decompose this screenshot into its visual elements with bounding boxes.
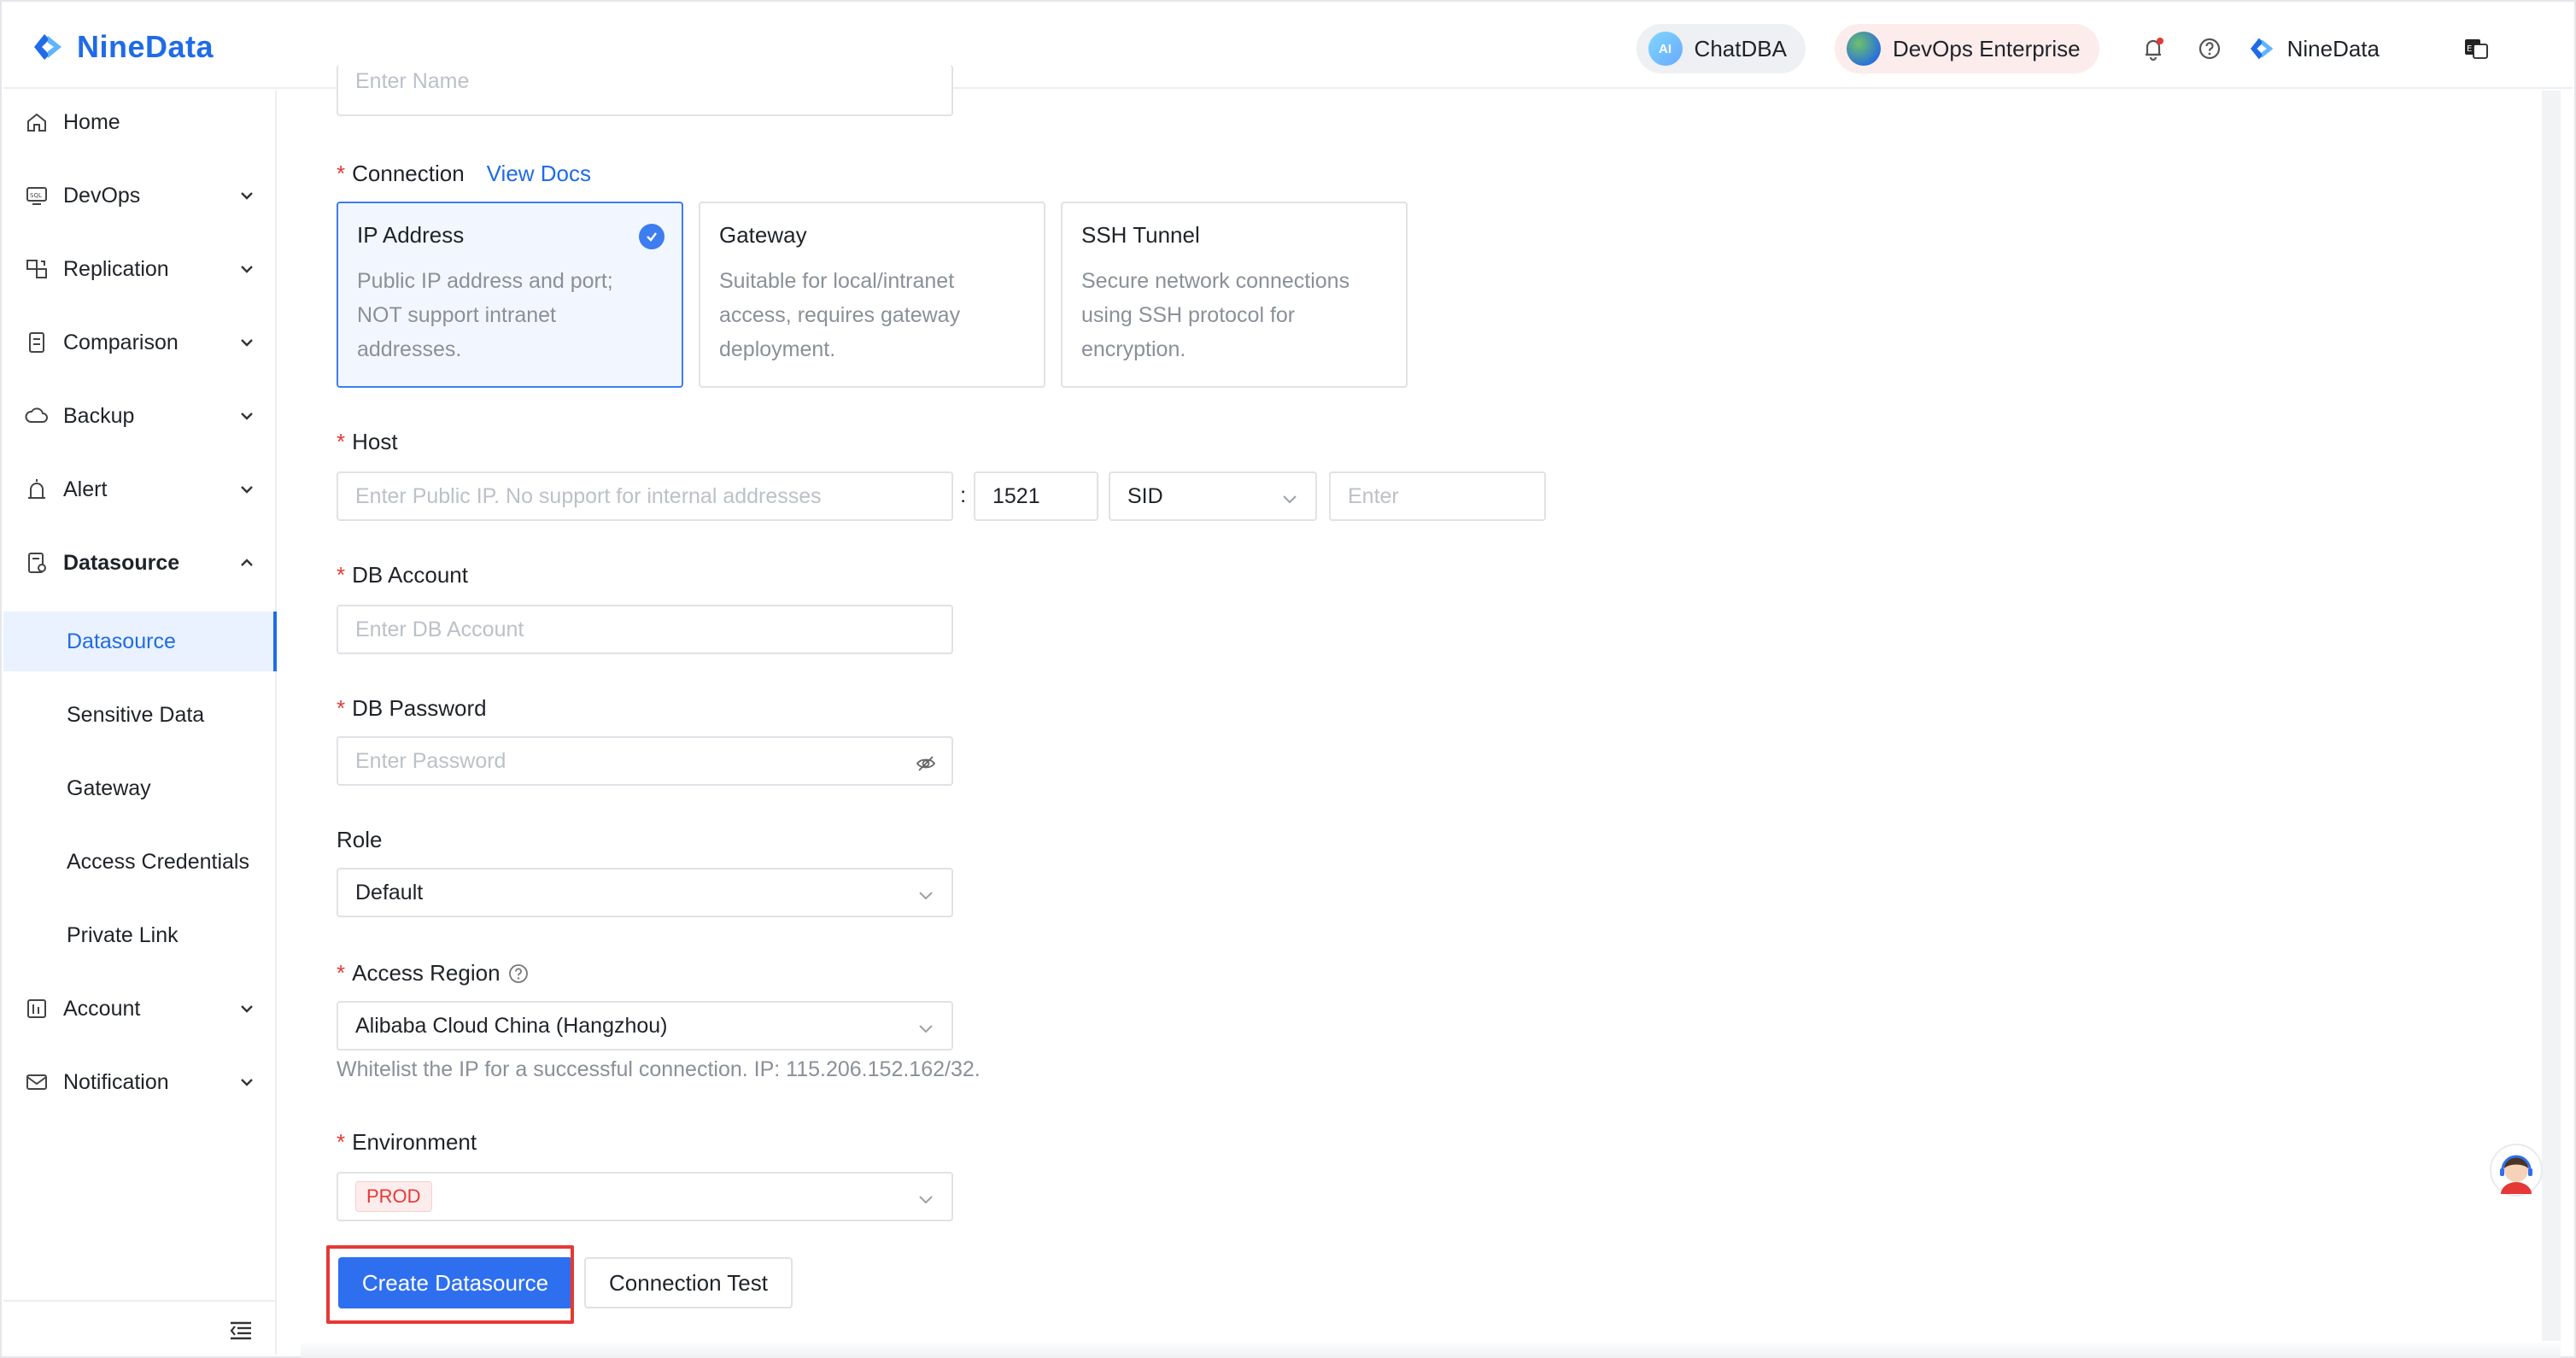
chevron-up-icon xyxy=(241,559,253,566)
sidebar-item-comparison[interactable]: Comparison xyxy=(3,318,277,367)
help-icon[interactable] xyxy=(2195,34,2224,63)
connection-option-gateway[interactable]: Gateway Suitable for local/intranet acce… xyxy=(699,202,1045,388)
chevron-down-icon xyxy=(241,1005,253,1013)
checkmark-icon xyxy=(639,224,664,249)
connection-option-ip-address[interactable]: IP Address Public IP address and port; N… xyxy=(337,202,683,388)
user-name[interactable]: NineData xyxy=(2287,36,2380,62)
whitelist-hint: Whitelist the IP for a successful connec… xyxy=(337,1057,981,1081)
db-password-label: * DB Password xyxy=(337,695,487,721)
devops-enterprise-button[interactable]: DevOps Enterprise xyxy=(1834,24,2099,73)
ai-icon: AI xyxy=(1648,32,1683,66)
brand-logo[interactable]: NineData xyxy=(29,24,214,70)
sidebar-item-backup[interactable]: Backup xyxy=(3,391,277,441)
customer-support-avatar-icon[interactable] xyxy=(2485,1141,2547,1209)
connection-option-ssh-tunnel[interactable]: SSH Tunnel Secure network connections us… xyxy=(1061,202,1408,388)
datasource-icon xyxy=(28,553,46,573)
sidebar-subitem-access-credentials[interactable]: Access Credentials xyxy=(3,832,277,892)
db-account-input[interactable]: Enter DB Account xyxy=(337,605,953,654)
language-switch-icon[interactable]: En xyxy=(2462,34,2491,63)
port-input[interactable]: 1521 xyxy=(974,471,1098,521)
ninedata-logo-icon xyxy=(34,34,61,60)
sidebar-item-notification[interactable]: Notification xyxy=(3,1057,277,1107)
db-password-input[interactable]: Enter Password xyxy=(337,736,953,786)
chevron-down-icon xyxy=(919,1196,933,1204)
sid-input[interactable]: Enter xyxy=(1329,471,1546,521)
chevron-down-icon xyxy=(919,1025,933,1033)
role-label: Role xyxy=(337,827,383,852)
comparison-icon xyxy=(29,332,44,353)
user-avatar-icon[interactable] xyxy=(2246,32,2279,65)
access-region-select[interactable]: Alibaba Cloud China (Hangzhou) xyxy=(337,1001,953,1051)
sidebar-subitem-private-link[interactable]: Private Link xyxy=(3,905,277,965)
db-account-label: * DB Account xyxy=(337,562,468,588)
svg-text:SQL: SQL xyxy=(30,192,42,199)
chevron-down-icon xyxy=(241,339,253,347)
sidebar-item-home[interactable]: Home xyxy=(3,97,277,147)
view-docs-link[interactable]: View Docs xyxy=(487,161,591,187)
mail-icon xyxy=(26,1074,47,1090)
host-input[interactable]: Enter Public IP. No support for internal… xyxy=(337,471,953,521)
chevron-down-icon xyxy=(919,892,933,900)
chevron-down-icon xyxy=(241,1079,253,1086)
sidebar-subitem-gateway[interactable]: Gateway xyxy=(3,758,277,818)
chatdba-label: ChatDBA xyxy=(1694,35,1787,61)
header-toolbar: AI ChatDBA DevOps Enterprise NineData En xyxy=(1636,24,2504,73)
access-region-label: * Access Region xyxy=(337,960,530,986)
bell-icon[interactable] xyxy=(2139,34,2168,63)
sidebar-item-devops[interactable]: SQL DevOps xyxy=(3,171,277,220)
sidebar-item-replication[interactable]: Replication xyxy=(3,244,277,294)
eye-hidden-icon[interactable] xyxy=(916,753,936,774)
connection-test-button[interactable]: Connection Test xyxy=(584,1257,793,1308)
chatdba-button[interactable]: AI ChatDBA xyxy=(1636,24,1806,73)
sid-select[interactable]: SID xyxy=(1109,471,1317,521)
environment-label: * Environment xyxy=(337,1129,477,1155)
sidebar-nav: Home SQL DevOps Replication Comparison B… xyxy=(3,91,277,1355)
datasource-name-input[interactable]: Enter Name xyxy=(337,65,953,116)
chevron-down-icon xyxy=(241,192,253,200)
environment-select[interactable]: PROD xyxy=(337,1172,953,1221)
sidebar-item-datasource[interactable]: Datasource xyxy=(3,538,277,588)
devops-enterprise-label: DevOps Enterprise xyxy=(1892,35,2081,61)
cloud-backup-icon xyxy=(25,407,48,423)
chevron-down-icon xyxy=(241,266,253,273)
sidebar-divider xyxy=(3,1300,277,1302)
help-circle-icon[interactable] xyxy=(507,963,530,985)
chevron-down-icon xyxy=(1283,495,1297,504)
chevron-down-icon xyxy=(241,413,253,420)
alarm-icon xyxy=(28,479,45,499)
home-icon xyxy=(27,113,46,132)
collapse-sidebar-icon[interactable] xyxy=(227,1317,255,1344)
create-datasource-button[interactable]: Create Datasource xyxy=(338,1257,572,1308)
sidebar-subitem-sensitive-data[interactable]: Sensitive Data xyxy=(3,685,277,745)
sidebar-item-alert[interactable]: Alert xyxy=(3,465,277,514)
globe-icon xyxy=(1846,32,1881,66)
host-label: * Host xyxy=(337,429,398,454)
connection-label: * Connection View Docs xyxy=(337,161,592,187)
role-select[interactable]: Default xyxy=(337,868,953,917)
environment-tag: PROD xyxy=(355,1181,432,1212)
host-port-separator: : xyxy=(960,482,967,507)
brand-name: NineData xyxy=(77,29,214,64)
sidebar-subitem-datasource[interactable]: Datasource xyxy=(3,612,277,671)
replication-icon xyxy=(26,260,47,278)
chevron-down-icon xyxy=(241,486,253,494)
sql-monitor-icon: SQL xyxy=(26,187,47,205)
sidebar-item-account[interactable]: Account xyxy=(3,984,277,1033)
account-icon xyxy=(27,999,46,1018)
bottom-edge xyxy=(301,1341,2561,1358)
